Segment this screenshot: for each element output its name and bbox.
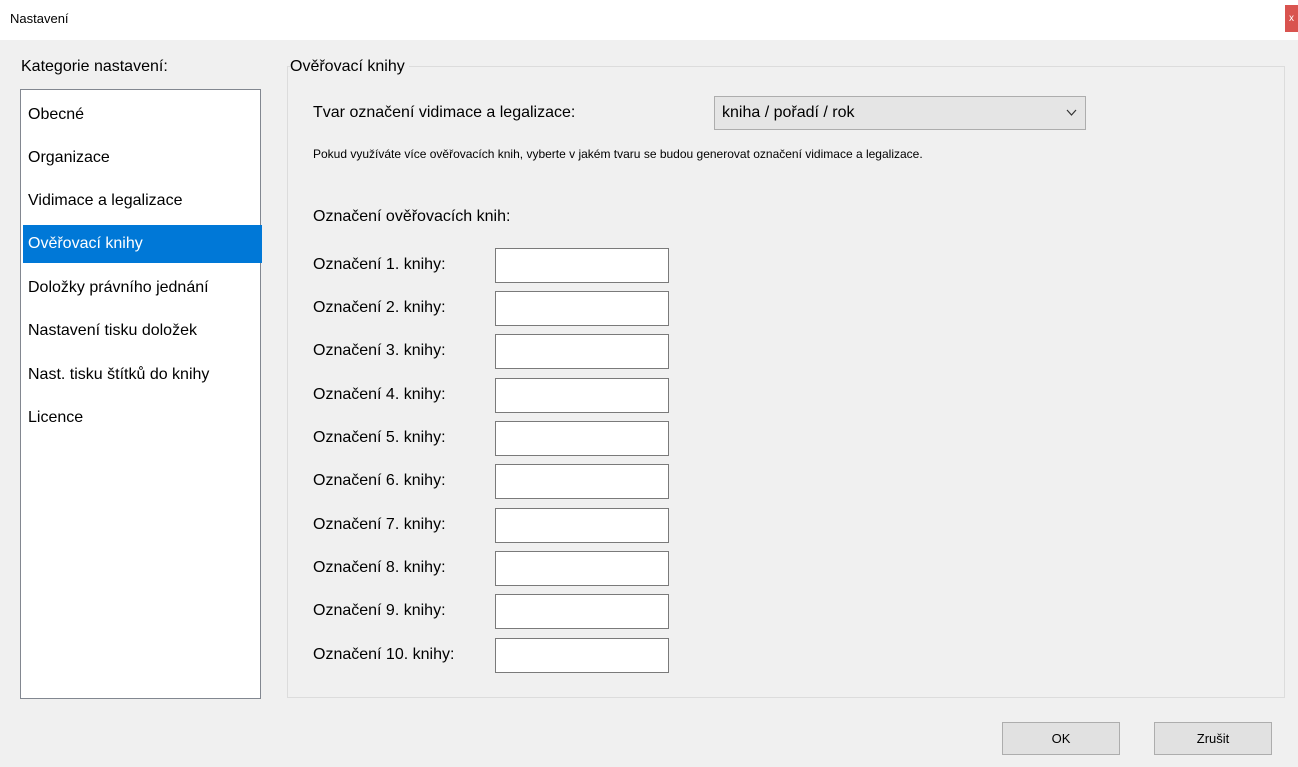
format-hint: Pokud využíváte více ověřovacích knih, v…: [313, 147, 923, 161]
category-item-nastaveni-tisku-dolozek[interactable]: Nastavení tisku doložek: [23, 312, 262, 350]
format-select-value: kniha / pořadí / rok: [722, 104, 855, 121]
book-3-label: Označení 3. knihy:: [313, 342, 446, 359]
book-2-input[interactable]: [495, 291, 669, 326]
book-6-input[interactable]: [495, 464, 669, 499]
format-select[interactable]: kniha / pořadí / rok: [714, 96, 1086, 130]
category-item-dolozky-pravniho-jednani[interactable]: Doložky právního jednání: [23, 269, 262, 307]
book-8-input[interactable]: [495, 551, 669, 586]
book-4-input[interactable]: [495, 378, 669, 413]
book-10-label: Označení 10. knihy:: [313, 646, 455, 663]
book-8-label: Označení 8. knihy:: [313, 559, 446, 576]
book-5-label: Označení 5. knihy:: [313, 429, 446, 446]
category-item-obecne[interactable]: Obecné: [23, 96, 262, 134]
category-item-licence[interactable]: Licence: [23, 399, 262, 437]
book-4-label: Označení 4. knihy:: [313, 386, 446, 403]
book-5-input[interactable]: [495, 421, 669, 456]
categories-label: Kategorie nastavení:: [21, 58, 168, 75]
window-title: Nastavení: [10, 11, 69, 26]
close-button[interactable]: x: [1285, 5, 1298, 32]
title-bar: Nastavení x: [0, 0, 1298, 40]
book-1-label: Označení 1. knihy:: [313, 256, 446, 273]
book-7-label: Označení 7. knihy:: [313, 516, 446, 533]
book-7-input[interactable]: [495, 508, 669, 543]
cancel-button[interactable]: Zrušit: [1154, 722, 1272, 755]
book-3-input[interactable]: [495, 334, 669, 369]
book-1-input[interactable]: [495, 248, 669, 283]
categories-list[interactable]: Obecné Organizace Vidimace a legalizace …: [20, 89, 262, 699]
category-item-nast-tisku-stitku[interactable]: Nast. tisku štítků do knihy: [23, 356, 262, 394]
books-heading: Označení ověřovacích knih:: [313, 208, 511, 225]
category-item-organizace[interactable]: Organizace: [23, 139, 262, 177]
book-10-input[interactable]: [495, 638, 669, 673]
ok-button[interactable]: OK: [1002, 722, 1120, 755]
chevron-down-icon: [1066, 97, 1077, 142]
close-icon: x: [1289, 13, 1294, 24]
group-legend: Ověřovací knihy: [290, 58, 409, 76]
book-9-input[interactable]: [495, 594, 669, 629]
category-item-vidimace-a-legalizace[interactable]: Vidimace a legalizace: [23, 182, 262, 220]
book-9-label: Označení 9. knihy:: [313, 602, 446, 619]
book-6-label: Označení 6. knihy:: [313, 472, 446, 489]
format-label: Tvar označení vidimace a legalizace:: [313, 104, 576, 121]
category-item-overovaci-knihy[interactable]: Ověřovací knihy: [23, 225, 262, 263]
book-2-label: Označení 2. knihy:: [313, 299, 446, 316]
